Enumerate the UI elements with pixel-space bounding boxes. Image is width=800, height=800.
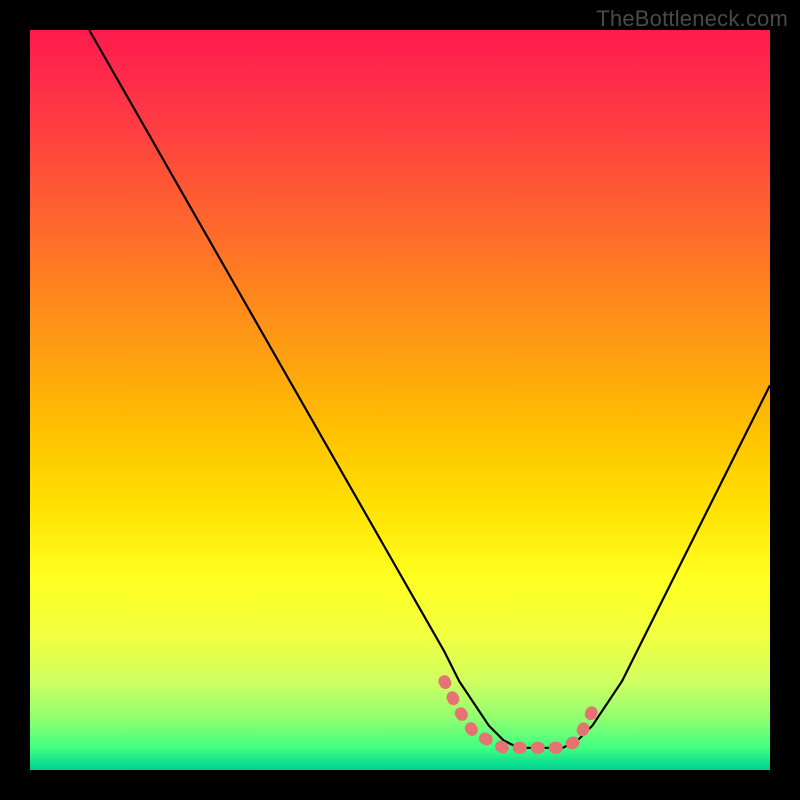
chart-frame: TheBottleneck.com bbox=[0, 0, 800, 800]
bottleneck-curve bbox=[89, 30, 770, 748]
plot-area bbox=[30, 30, 770, 770]
chart-svg bbox=[30, 30, 770, 770]
watermark-text: TheBottleneck.com bbox=[596, 6, 788, 32]
curve-group bbox=[89, 30, 770, 748]
